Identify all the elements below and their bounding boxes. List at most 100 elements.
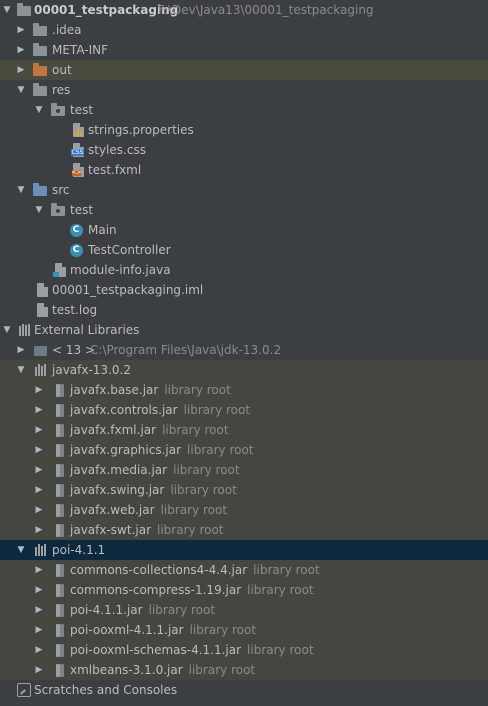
chevron-right-icon[interactable]: ▶ bbox=[34, 605, 44, 615]
jar-name: javafx-swt.jar bbox=[70, 523, 152, 537]
tree-row-jar[interactable]: ▶ javafx.fxml.jar library root bbox=[0, 420, 488, 440]
jar-name: poi-ooxml-schemas-4.1.1.jar bbox=[70, 643, 242, 657]
tree-row-jar[interactable]: ▶ javafx.web.jar library root bbox=[0, 500, 488, 520]
chevron-right-icon[interactable]: ▶ bbox=[34, 385, 44, 395]
tree-row-scratches[interactable]: Scratches and Consoles bbox=[0, 680, 488, 700]
file-label: styles.css bbox=[88, 143, 146, 157]
folder-label: META-INF bbox=[52, 43, 109, 57]
chevron-right-icon[interactable]: ▶ bbox=[34, 505, 44, 515]
jar-label: javafx.graphics.jar library root bbox=[70, 440, 254, 460]
jar-label: javafx.media.jar library root bbox=[70, 460, 240, 480]
tree-row-jar[interactable]: ▶ javafx.base.jar library root bbox=[0, 380, 488, 400]
tree-row-jar[interactable]: ▶ poi-4.1.1.jar library root bbox=[0, 600, 488, 620]
tree-row-jar[interactable]: ▶ javafx-swt.jar library root bbox=[0, 520, 488, 540]
chevron-down-icon[interactable]: ▼ bbox=[2, 5, 12, 15]
jar-name: javafx.web.jar bbox=[70, 503, 155, 517]
tree-row-res[interactable]: ▼ res bbox=[0, 80, 488, 100]
class-label: TestController bbox=[88, 243, 171, 257]
chevron-right-icon[interactable]: ▶ bbox=[34, 565, 44, 575]
chevron-down-icon[interactable]: ▼ bbox=[16, 185, 26, 195]
library-root-label: library root bbox=[188, 663, 256, 677]
resources-folder-icon bbox=[32, 82, 48, 98]
jar-name: javafx.graphics.jar bbox=[70, 443, 182, 457]
chevron-down-icon[interactable]: ▼ bbox=[16, 85, 26, 95]
tree-row-out[interactable]: ▶ out bbox=[0, 60, 488, 80]
chevron-right-icon[interactable]: ▶ bbox=[16, 45, 26, 55]
tree-row-jar[interactable]: ▶ commons-compress-1.19.jar library root bbox=[0, 580, 488, 600]
tree-row-jar[interactable]: ▶ javafx.graphics.jar library root bbox=[0, 440, 488, 460]
tree-row-jar[interactable]: ▶ javafx.swing.jar library root bbox=[0, 480, 488, 500]
jar-icon bbox=[50, 662, 66, 678]
tree-row-file[interactable]: <> test.fxml bbox=[0, 160, 488, 180]
folder-label: out bbox=[52, 63, 72, 77]
tree-row-meta-inf[interactable]: ▶ META-INF bbox=[0, 40, 488, 60]
chevron-right-icon[interactable]: ▶ bbox=[16, 25, 26, 35]
tree-row-class[interactable]: C TestController bbox=[0, 240, 488, 260]
libraries-icon bbox=[32, 542, 48, 558]
tree-row-root[interactable]: ▼ 00001_testpackaging F:\Dev\Java13\0000… bbox=[0, 0, 488, 20]
chevron-right-icon[interactable]: ▶ bbox=[34, 445, 44, 455]
tree-row-src[interactable]: ▼ src bbox=[0, 180, 488, 200]
library-name: poi-4.1.1 bbox=[52, 543, 106, 557]
library-root-label: library root bbox=[187, 443, 254, 457]
tree-row-src-test[interactable]: ▼ test bbox=[0, 200, 488, 220]
chevron-right-icon[interactable]: ▶ bbox=[34, 405, 44, 415]
chevron-down-icon[interactable]: ▼ bbox=[16, 545, 26, 555]
chevron-down-icon[interactable]: ▼ bbox=[16, 365, 26, 375]
file-label: module-info.java bbox=[70, 263, 171, 277]
jar-icon bbox=[50, 442, 66, 458]
java-class-icon: C bbox=[68, 222, 84, 238]
tree-row-res-test[interactable]: ▼ test bbox=[0, 100, 488, 120]
chevron-right-icon[interactable]: ▶ bbox=[34, 585, 44, 595]
tree-row-file[interactable]: module-info.java bbox=[0, 260, 488, 280]
file-label: test.fxml bbox=[88, 163, 142, 177]
chevron-down-icon[interactable]: ▼ bbox=[34, 205, 44, 215]
css-file-icon: CSS bbox=[70, 142, 86, 158]
jar-icon bbox=[50, 562, 66, 578]
chevron-down-icon[interactable]: ▼ bbox=[34, 105, 44, 115]
tree-row-jar[interactable]: ▶ xmlbeans-3.1.0.jar library root bbox=[0, 660, 488, 680]
chevron-right-icon[interactable]: ▶ bbox=[16, 345, 26, 355]
tree-row-library-poi[interactable]: ▼ poi-4.1.1 bbox=[0, 540, 488, 560]
sdk-icon bbox=[32, 342, 48, 358]
tree-row-file[interactable]: strings.properties bbox=[0, 120, 488, 140]
library-name: javafx-13.0.2 bbox=[52, 363, 131, 377]
jar-label: javafx.web.jar library root bbox=[70, 500, 227, 520]
jar-icon bbox=[50, 522, 66, 538]
jar-name: javafx.base.jar bbox=[70, 383, 159, 397]
scratches-icon bbox=[16, 682, 32, 698]
source-folder-icon bbox=[32, 182, 48, 198]
tree-row-jar[interactable]: ▶ poi-ooxml-4.1.1.jar library root bbox=[0, 620, 488, 640]
chevron-right-icon[interactable]: ▶ bbox=[34, 665, 44, 675]
tree-row-jar[interactable]: ▶ commons-collections4-4.4.jar library roo… bbox=[0, 560, 488, 580]
chevron-right-icon[interactable]: ▶ bbox=[34, 485, 44, 495]
libraries-icon bbox=[32, 362, 48, 378]
chevron-right-icon[interactable]: ▶ bbox=[16, 65, 26, 75]
tree-row-library-javafx[interactable]: ▼ javafx-13.0.2 bbox=[0, 360, 488, 380]
chevron-right-icon[interactable]: ▶ bbox=[34, 465, 44, 475]
root-name: 00001_testpackaging bbox=[34, 3, 179, 17]
tree-row-jar[interactable]: ▶ javafx.controls.jar library root bbox=[0, 400, 488, 420]
chevron-down-icon[interactable]: ▼ bbox=[2, 325, 12, 335]
chevron-right-icon[interactable]: ▶ bbox=[34, 645, 44, 655]
chevron-right-icon[interactable]: ▶ bbox=[34, 425, 44, 435]
tree-row-file[interactable]: CSS styles.css bbox=[0, 140, 488, 160]
chevron-right-icon[interactable]: ▶ bbox=[34, 525, 44, 535]
libraries-icon bbox=[16, 322, 32, 338]
tree-row-class[interactable]: C Main bbox=[0, 220, 488, 240]
folder-label: .idea bbox=[52, 23, 82, 37]
java-class-icon: C bbox=[68, 242, 84, 258]
tree-row-file[interactable]: 00001_testpackaging.iml bbox=[0, 280, 488, 300]
chevron-right-icon[interactable]: ▶ bbox=[34, 625, 44, 635]
package-icon bbox=[50, 202, 66, 218]
jar-label: poi-ooxml-schemas-4.1.1.jar library root bbox=[70, 640, 314, 660]
tree-row-jar[interactable]: ▶ poi-ooxml-schemas-4.1.1.jar library root bbox=[0, 640, 488, 660]
tree-row-file[interactable]: test.log bbox=[0, 300, 488, 320]
tree-row-external-libraries[interactable]: ▼ External Libraries bbox=[0, 320, 488, 340]
tree-row-idea[interactable]: ▶ .idea bbox=[0, 20, 488, 40]
tree-row-sdk[interactable]: ▶ < 13 > C:\Program Files\Java\jdk-13.0.… bbox=[0, 340, 488, 360]
jar-label: javafx.fxml.jar library root bbox=[70, 420, 229, 440]
jar-label: xmlbeans-3.1.0.jar library root bbox=[70, 660, 255, 680]
jar-icon bbox=[50, 402, 66, 418]
tree-row-jar[interactable]: ▶ javafx.media.jar library root bbox=[0, 460, 488, 480]
